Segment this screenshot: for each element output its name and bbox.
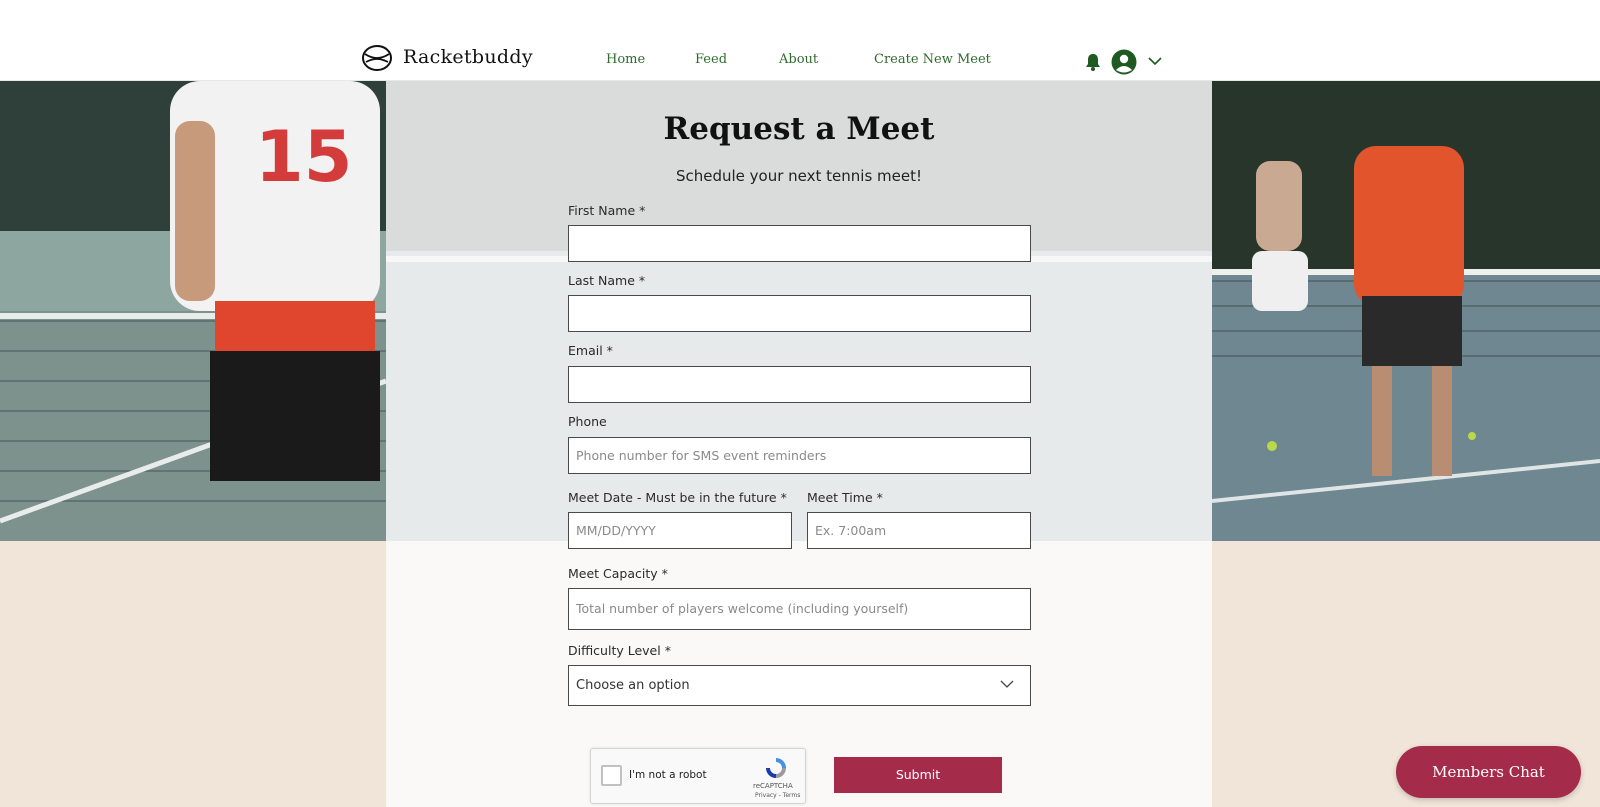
bell-icon[interactable]: [1084, 52, 1102, 72]
recaptcha-logo-icon: [766, 758, 786, 778]
meet-capacity-field[interactable]: Total number of players welcome (includi…: [568, 588, 1031, 630]
tennis-players-photo-right: [1212, 81, 1600, 541]
svg-text:15: 15: [255, 116, 352, 198]
recaptcha-checkbox[interactable]: [601, 765, 622, 786]
difficulty-selected-value: Choose an option: [576, 678, 690, 693]
meet-date-placeholder: MM/DD/YYYY: [576, 523, 656, 538]
recaptcha-brand: reCAPTCHA: [753, 782, 793, 790]
meet-date-label: Meet Date - Must be in the future *: [568, 490, 787, 505]
submit-button[interactable]: Submit: [834, 757, 1002, 793]
meet-capacity-placeholder: Total number of players welcome (includi…: [576, 601, 909, 616]
avatar-icon[interactable]: [1111, 49, 1137, 75]
nav-home[interactable]: Home: [606, 52, 645, 67]
meet-capacity-label: Meet Capacity *: [568, 566, 668, 581]
difficulty-level-label: Difficulty Level *: [568, 643, 671, 658]
phone-field[interactable]: Phone number for SMS event reminders: [568, 437, 1031, 474]
difficulty-level-dropdown[interactable]: Choose an option: [568, 665, 1031, 706]
meet-time-field[interactable]: Ex. 7:00am: [807, 512, 1031, 549]
meet-date-field[interactable]: MM/DD/YYYY: [568, 512, 792, 549]
page-subtitle: Schedule your next tennis meet!: [675, 167, 923, 185]
last-name-field[interactable]: [568, 295, 1031, 332]
chevron-down-icon[interactable]: [1148, 56, 1162, 66]
brand-name[interactable]: Racketbuddy: [403, 46, 533, 68]
members-chat-button[interactable]: Members Chat: [1396, 746, 1581, 798]
meet-time-label: Meet Time *: [807, 490, 883, 505]
email-field[interactable]: [568, 366, 1031, 403]
first-name-field[interactable]: [568, 225, 1031, 262]
phone-label: Phone: [568, 414, 607, 429]
tennis-ball-logo-icon[interactable]: [361, 44, 393, 72]
recaptcha-widget: I'm not a robot reCAPTCHA Privacy - Term…: [590, 748, 806, 804]
site-header: Racketbuddy Home Feed About Create New M…: [0, 0, 1600, 81]
chevron-down-icon: [1000, 680, 1014, 688]
nav-feed[interactable]: Feed: [695, 52, 727, 67]
page-title: Request a Meet: [663, 111, 935, 147]
last-name-label: Last Name *: [568, 273, 646, 288]
phone-placeholder: Phone number for SMS event reminders: [576, 448, 827, 463]
nav-about[interactable]: About: [779, 52, 818, 67]
recaptcha-privacy-terms[interactable]: Privacy - Terms: [755, 792, 800, 799]
request-meet-panel: Request a Meet Schedule your next tennis…: [386, 81, 1212, 807]
meet-time-placeholder: Ex. 7:00am: [815, 523, 887, 538]
recaptcha-label: I'm not a robot: [629, 769, 707, 781]
first-name-label: First Name *: [568, 203, 646, 218]
tennis-player-photo-left: 15: [0, 81, 386, 541]
email-label: Email *: [568, 343, 613, 358]
nav-create-new-meet[interactable]: Create New Meet: [874, 52, 991, 67]
